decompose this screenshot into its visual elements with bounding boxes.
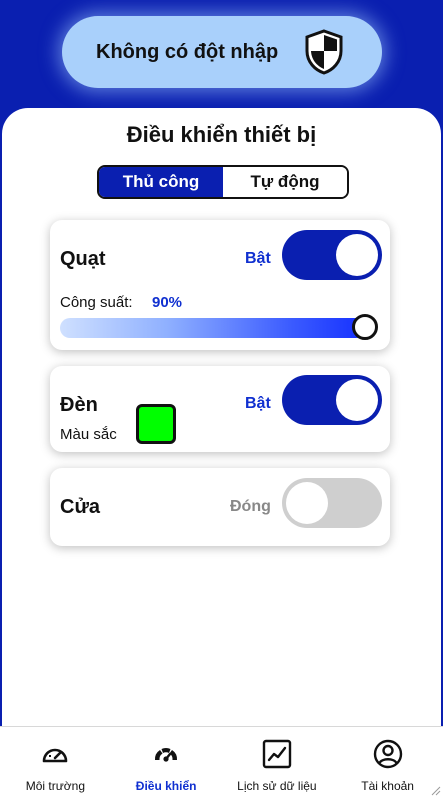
shield-icon — [305, 29, 343, 75]
nav-item-history[interactable]: Lịch sử dữ liệu — [222, 727, 333, 798]
nav-label-environment: Môi trường — [25, 779, 85, 793]
fan-switch-knob — [336, 234, 378, 276]
light-switch[interactable] — [282, 375, 382, 425]
fan-power-label: Công suất: — [60, 294, 133, 311]
nav-item-environment[interactable]: Môi trường — [0, 727, 111, 798]
bottom-nav: Môi trường Điều khiển Lịch sử dữ liệu Tà… — [0, 726, 443, 798]
mode-auto-button[interactable]: Tự động — [223, 167, 347, 197]
door-state-label: Đóng — [230, 498, 271, 515]
light-color-label: Màu sắc — [60, 426, 117, 443]
light-switch-knob — [336, 379, 378, 421]
fan-switch[interactable] — [282, 230, 382, 280]
intrusion-status-banner: Không có đột nhập — [62, 16, 382, 88]
intrusion-status-text: Không có đột nhập — [96, 40, 279, 63]
light-state-label: Bật — [245, 395, 271, 412]
gauge-icon — [43, 748, 68, 763]
control-panel: Điều khiển thiết bị Thủ công Tự động — [2, 108, 441, 798]
light-color-swatch[interactable] — [136, 404, 176, 444]
light-card: Đèn Màu sắc Bật — [50, 366, 390, 452]
page-title: Điều khiển thiết bị — [126, 122, 317, 147]
mode-manual-button[interactable]: Thủ công — [99, 167, 223, 197]
door-switch-knob — [286, 482, 328, 524]
door-card: Cửa Đóng — [50, 468, 390, 546]
door-switch[interactable] — [282, 478, 382, 528]
fan-state-label: Bật — [245, 250, 271, 267]
nav-label-account: Tài khoản — [361, 779, 414, 793]
nav-item-account[interactable]: Tài khoản — [332, 727, 443, 798]
fan-card: Quạt Bật Công suất: 90% — [50, 220, 390, 350]
account-icon — [373, 739, 402, 769]
mode-toggle: Thủ công Tự động — [97, 165, 349, 199]
fan-power-slider-thumb[interactable] — [352, 314, 379, 340]
chart-icon — [262, 739, 292, 769]
light-title: Đèn — [60, 394, 98, 416]
nav-label-history: Lịch sử dữ liệu — [237, 779, 317, 793]
control-gauge-icon — [155, 748, 178, 762]
fan-title: Quạt — [60, 248, 106, 270]
nav-item-control[interactable]: Điều khiển — [111, 727, 222, 798]
nav-label-control: Điều khiển — [135, 779, 197, 793]
fan-power-slider[interactable] — [60, 318, 366, 338]
door-title: Cửa — [60, 496, 101, 518]
fan-power-value: 90% — [152, 294, 183, 311]
resize-grip-icon[interactable] — [431, 786, 441, 796]
